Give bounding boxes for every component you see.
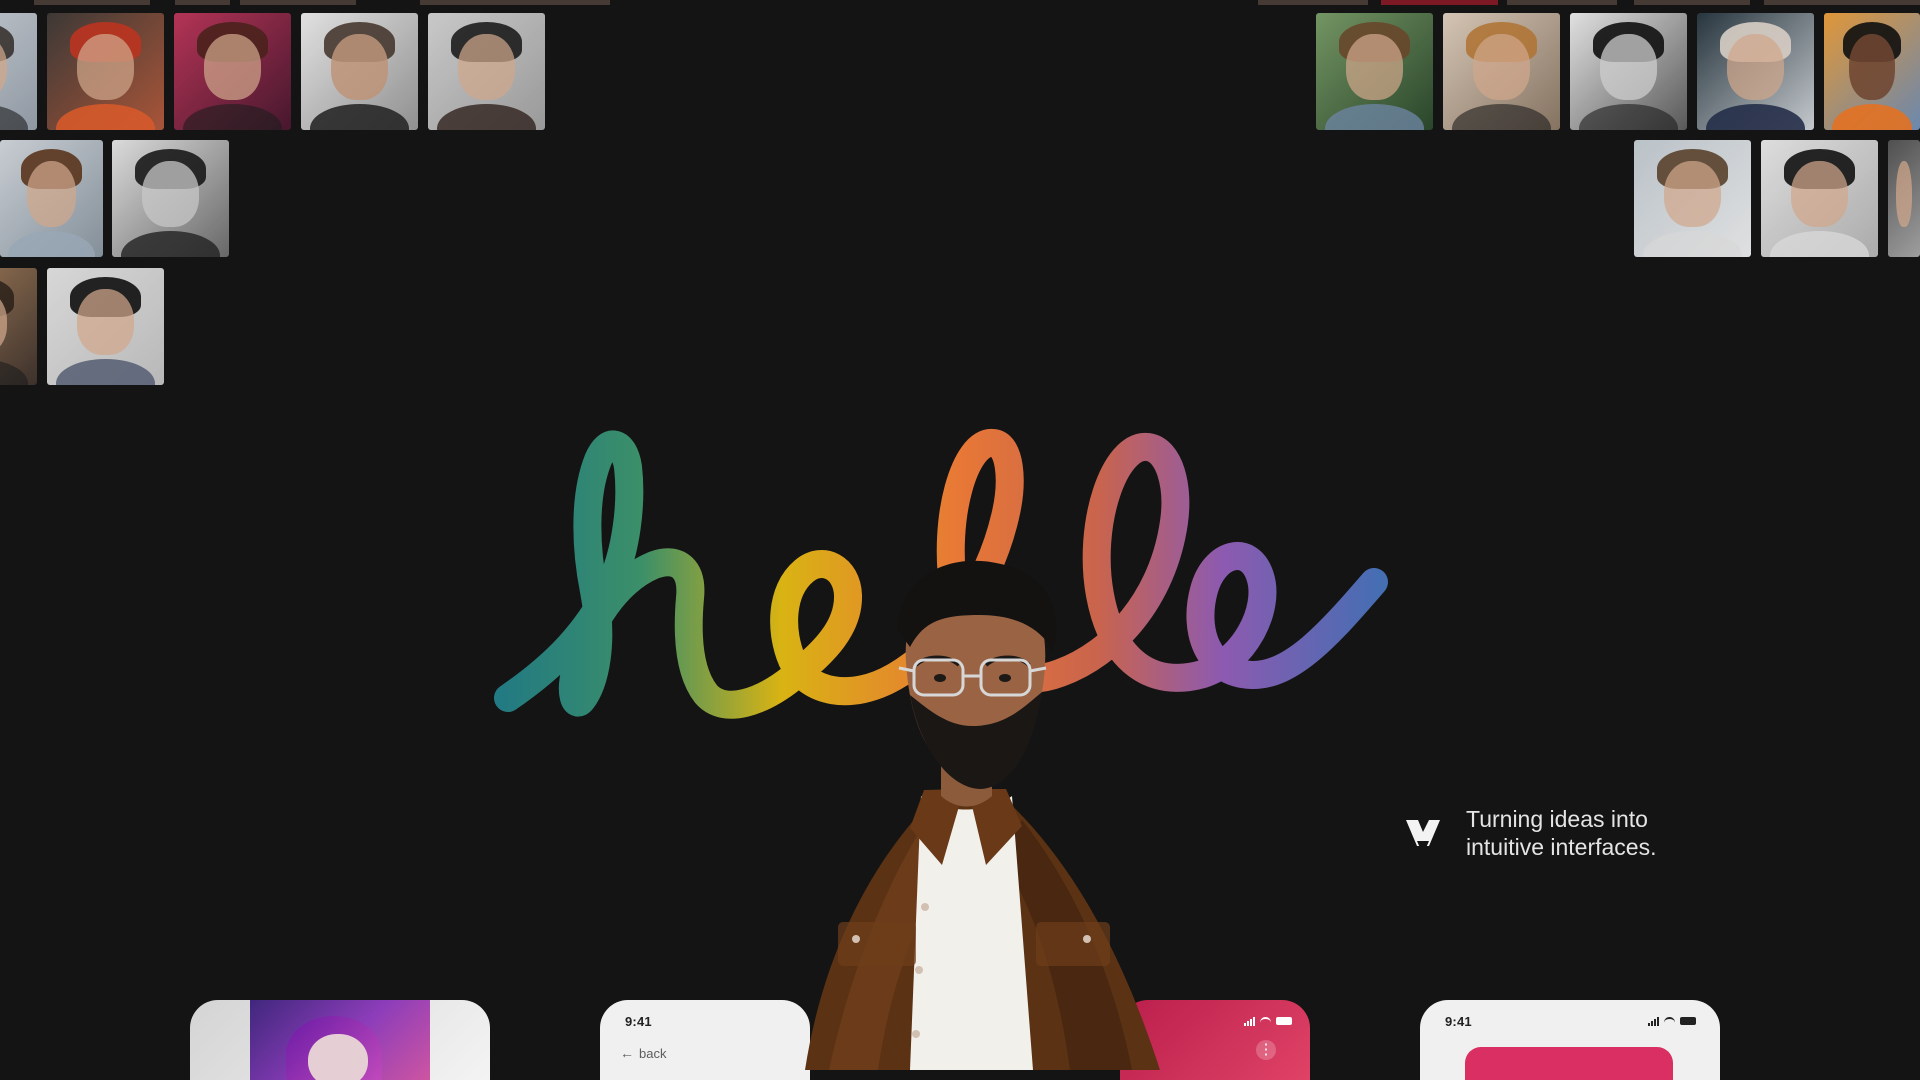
battery-icon (1680, 1017, 1696, 1025)
portrait-photo (47, 268, 164, 385)
logo-mark-icon (1406, 820, 1440, 848)
portrait-photo (0, 140, 103, 257)
profile-phone-card[interactable] (190, 1000, 490, 1080)
phone-time: 9:41 (1445, 1014, 1472, 1029)
back-button[interactable]: ← back (620, 1045, 666, 1061)
portrait-photo (1316, 13, 1433, 130)
top-photo-strip (240, 0, 356, 5)
portrait-photo (1697, 13, 1814, 130)
signal-icon (1648, 1016, 1659, 1026)
portrait-photo (428, 13, 545, 130)
tagline-block: Turning ideas into intuitive interfaces. (1402, 798, 1702, 868)
portrait-photo (1570, 13, 1687, 130)
portrait-photo (1888, 140, 1920, 257)
portrait-photo (112, 140, 229, 257)
portrait-photo (1443, 13, 1560, 130)
top-photo-strip (420, 0, 610, 5)
portrait-photo (1824, 13, 1920, 130)
profile-face-shape (308, 1034, 368, 1080)
portrait-photo (1761, 140, 1878, 257)
back-label: back (639, 1045, 667, 1061)
top-photo-strip (1258, 0, 1368, 5)
portrait-photo (174, 13, 291, 130)
wifi-icon (1664, 1017, 1675, 1025)
status-indicators (1648, 1016, 1696, 1026)
top-photo-strip (1634, 0, 1750, 5)
wifi-icon (1260, 1017, 1271, 1025)
designer-portrait (805, 560, 1160, 1070)
portfolio-hero-page: hello 9:41 ← back ⋮ 9:41 (0, 0, 1920, 1080)
portrait-photo (301, 13, 418, 130)
status-indicators (1244, 1016, 1292, 1026)
back-arrow-icon: ← (620, 1045, 634, 1061)
top-photo-strip (1381, 0, 1498, 5)
battery-icon (1276, 1017, 1292, 1025)
top-photo-strip (1507, 0, 1617, 5)
primary-action-button[interactable] (1465, 1047, 1673, 1080)
top-photo-strip (175, 0, 230, 5)
portrait-photo (47, 13, 164, 130)
hello-word-text: hello (1380, 425, 1381, 426)
pink-cta-phone-card[interactable]: 9:41 (1420, 1000, 1720, 1080)
tagline-text: Turning ideas into intuitive interfaces. (1466, 806, 1657, 860)
portrait-photo (0, 13, 37, 130)
top-photo-strip (34, 0, 150, 5)
top-photo-strip (1764, 0, 1920, 5)
portrait-photo (0, 268, 37, 385)
phone-time: 9:41 (625, 1014, 652, 1029)
portrait-photo (1634, 140, 1751, 257)
more-vertical-icon[interactable]: ⋮ (1256, 1040, 1276, 1060)
signal-icon (1244, 1016, 1255, 1026)
